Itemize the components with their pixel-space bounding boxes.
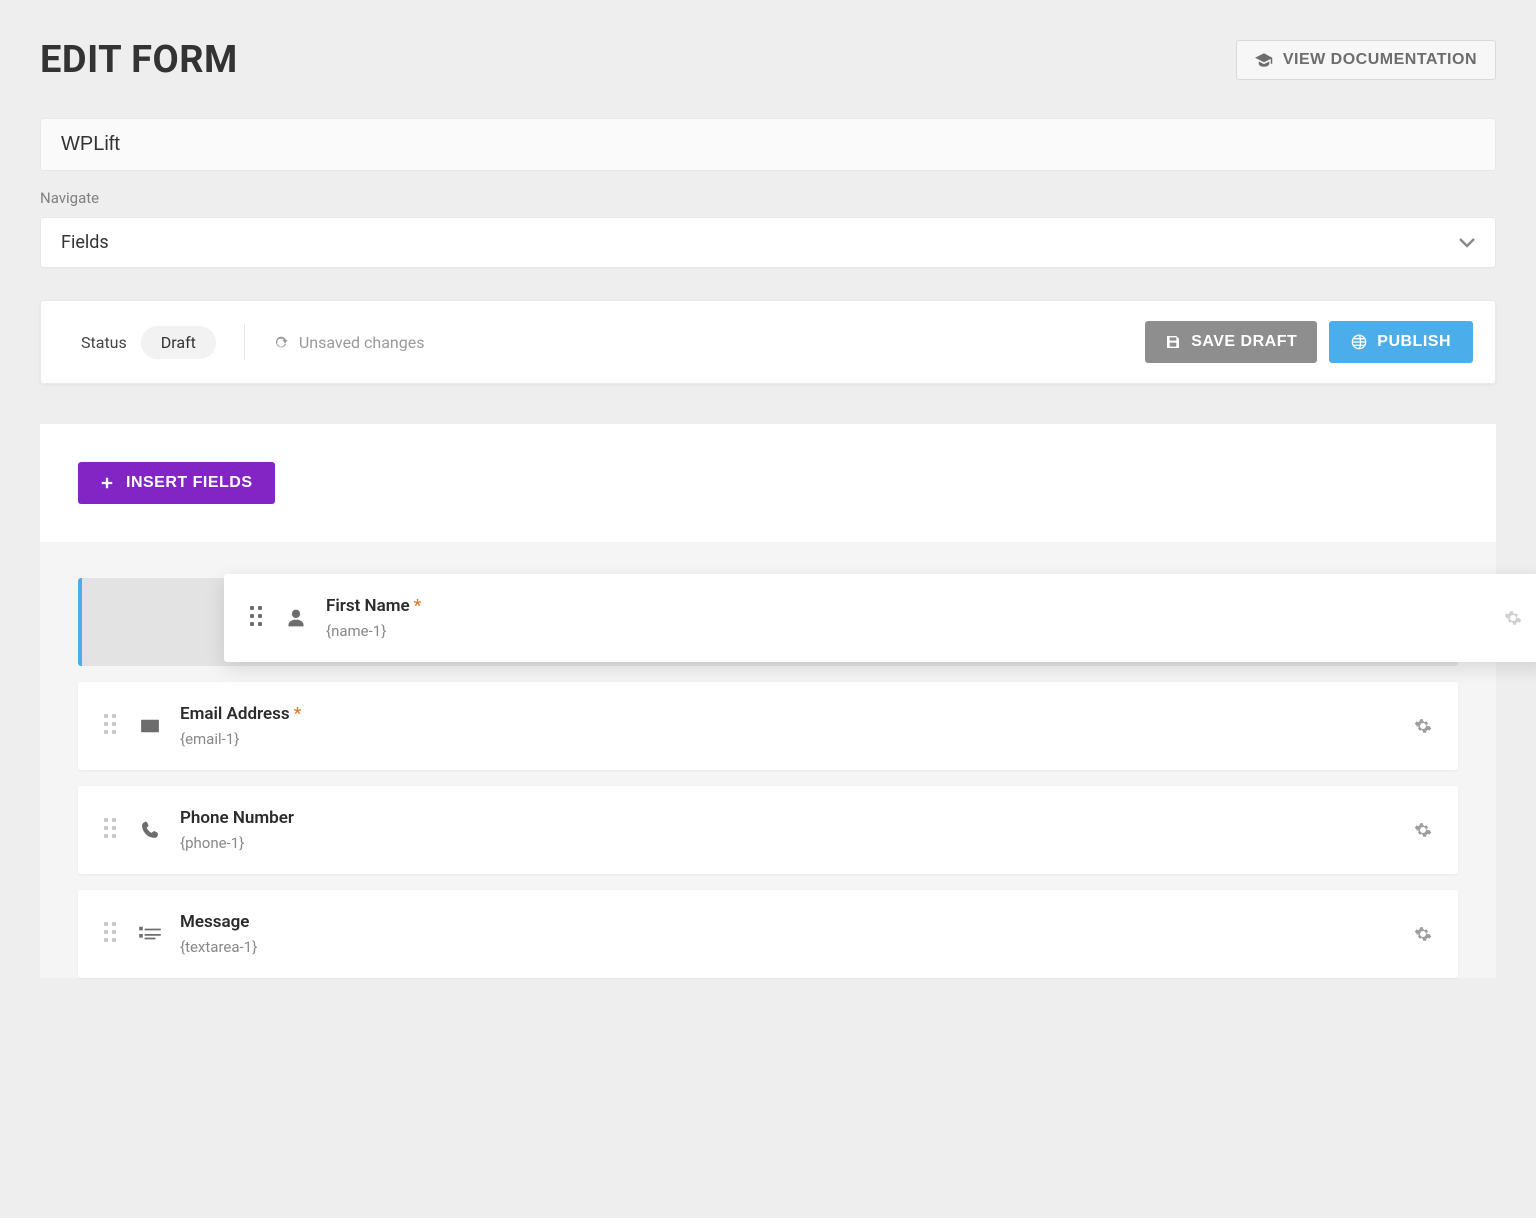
refresh-icon xyxy=(273,334,289,350)
insert-fields-label: INSERT FIELDS xyxy=(126,474,253,492)
save-draft-button[interactable]: SAVE DRAFT xyxy=(1145,321,1317,363)
page-title: EDIT FORM xyxy=(40,38,238,82)
phone-icon xyxy=(138,818,162,842)
field-token: {name-1} xyxy=(326,622,421,640)
view-documentation-button[interactable]: VIEW DOCUMENTATION xyxy=(1236,40,1496,80)
field-settings-button[interactable] xyxy=(1410,817,1436,843)
field-label: Phone Number xyxy=(180,808,294,828)
view-documentation-label: VIEW DOCUMENTATION xyxy=(1283,51,1477,69)
field-card-dragging[interactable]: First Name* {name-1} xyxy=(224,574,1536,662)
insert-fields-button[interactable]: INSERT FIELDS xyxy=(78,462,275,504)
field-token: {phone-1} xyxy=(180,834,294,852)
person-icon xyxy=(284,606,308,630)
save-draft-label: SAVE DRAFT xyxy=(1191,333,1297,351)
field-token: {textarea-1} xyxy=(180,938,257,956)
envelope-icon xyxy=(138,714,162,738)
field-settings-button[interactable] xyxy=(1410,921,1436,947)
plus-icon xyxy=(100,476,114,490)
drag-handle-icon[interactable] xyxy=(104,922,120,946)
publish-button[interactable]: PUBLISH xyxy=(1329,321,1473,363)
field-label: First Name* xyxy=(326,596,421,616)
divider xyxy=(244,324,245,360)
field-label: Message xyxy=(180,912,257,932)
drag-handle-icon[interactable] xyxy=(104,818,120,842)
drag-handle-icon[interactable] xyxy=(104,714,120,738)
navigate-label: Navigate xyxy=(40,189,1496,207)
field-label: Email Address* xyxy=(180,704,301,724)
textarea-icon xyxy=(138,922,162,946)
status-bar: Status Draft Unsaved changes SAVE DRAFT … xyxy=(40,300,1496,384)
navigate-value: Fields xyxy=(61,232,109,253)
unsaved-changes: Unsaved changes xyxy=(273,333,425,352)
graduation-cap-icon xyxy=(1255,53,1273,67)
field-settings-button[interactable] xyxy=(1500,605,1526,631)
field-settings-button[interactable] xyxy=(1410,713,1436,739)
navigate-select[interactable]: Fields xyxy=(40,217,1496,268)
status-badge: Draft xyxy=(141,326,216,359)
fields-area: First Name* {name-1} Email Address* {ema… xyxy=(40,542,1496,978)
field-token: {email-1} xyxy=(180,730,301,748)
field-card[interactable]: Message {textarea-1} xyxy=(78,890,1458,978)
chevron-down-icon xyxy=(1459,238,1475,248)
status-label: Status xyxy=(81,333,127,352)
required-star: * xyxy=(294,704,302,724)
drag-handle-icon[interactable] xyxy=(250,606,266,630)
field-card[interactable]: Phone Number {phone-1} xyxy=(78,786,1458,874)
field-card[interactable]: Email Address* {email-1} xyxy=(78,682,1458,770)
save-icon xyxy=(1165,334,1181,350)
unsaved-text: Unsaved changes xyxy=(299,333,425,352)
insert-fields-card: INSERT FIELDS xyxy=(40,424,1496,542)
required-star: * xyxy=(414,596,422,616)
globe-icon xyxy=(1351,334,1367,350)
form-name-input[interactable] xyxy=(40,118,1496,171)
publish-label: PUBLISH xyxy=(1377,333,1451,351)
